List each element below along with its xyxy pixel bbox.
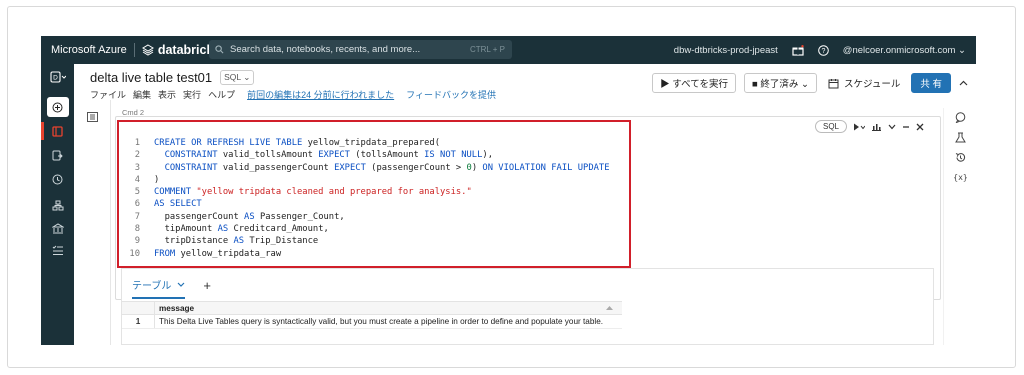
notebook-title[interactable]: delta live table test01	[90, 70, 212, 85]
menu-bar: ファイル 編集 表示 実行 ヘルプ 前回の編集は24 分前に行われました フィー…	[90, 88, 496, 101]
cell-language-pill[interactable]: SQL	[814, 120, 847, 133]
new-button[interactable]	[41, 96, 74, 118]
comments-icon[interactable]	[955, 112, 966, 123]
column-header-message[interactable]: message	[154, 302, 622, 314]
table-header: message	[122, 301, 622, 315]
minimize-cell-icon[interactable]	[902, 124, 910, 130]
results-table: message 1 This Delta Live Tables query i…	[122, 301, 622, 329]
sidebar-item-data[interactable]	[41, 194, 74, 216]
search-shortcut: CTRL + P	[469, 45, 505, 54]
tab-table-label: テーブル	[132, 281, 172, 292]
gift-icon[interactable]	[792, 44, 804, 56]
notebook-actions: ▶ すべてを実行 ■ 終了済み ⌄ スケジュール 共 有	[652, 73, 968, 93]
top-right: dbw-dtbricks-prod-jpeast ? @nelcoer.onmi…	[674, 36, 966, 64]
databricks-app: Microsoft Azure databricks Search data, …	[41, 36, 976, 345]
left-sidebar: D	[41, 64, 74, 345]
results-panel: テーブル + message 1 This Delta Live Tables	[121, 268, 934, 345]
variables-icon[interactable]: {x}	[954, 172, 967, 182]
row-index: 1	[135, 317, 141, 326]
account-menu[interactable]: @nelcoer.onmicrosoft.com ⌄	[843, 45, 966, 56]
notebook-title-row: delta live table test01 SQL ⌄	[90, 70, 255, 85]
schedule-label: スケジュール	[844, 79, 901, 90]
column-header-label: message	[159, 303, 195, 313]
feedback-link[interactable]: フィードバックを提供	[406, 88, 496, 101]
sidebar-item-recents[interactable]	[41, 168, 74, 190]
table-of-contents-icon[interactable]	[87, 112, 98, 122]
repos-icon	[52, 150, 63, 160]
results-tab-row: テーブル +	[132, 277, 211, 299]
cluster-button[interactable]: ■ 終了済み ⌄	[744, 73, 818, 93]
workflows-icon	[52, 245, 63, 255]
message-cell: This Delta Live Tables query is syntacti…	[154, 315, 622, 328]
language-selector[interactable]: SQL ⌄	[220, 70, 255, 85]
schedule-button[interactable]: スケジュール	[825, 73, 904, 93]
revision-history-icon[interactable]	[955, 152, 966, 163]
search-icon	[215, 45, 224, 54]
help-icon[interactable]: ?	[817, 44, 829, 56]
table-row[interactable]: 1 This Delta Live Tables query is syntac…	[122, 315, 622, 329]
chevron-down-icon	[177, 282, 185, 287]
workspace-name[interactable]: dbw-dtbricks-prod-jpeast	[674, 45, 778, 56]
workspace-switcher-icon[interactable]: D	[41, 66, 74, 88]
sidebar-item-compute[interactable]	[41, 217, 74, 239]
svg-text:?: ?	[821, 48, 825, 55]
run-all-button[interactable]: ▶ すべてを実行	[652, 73, 737, 93]
chart-icon[interactable]	[871, 122, 882, 131]
left-tool-column	[74, 100, 111, 345]
menu-run[interactable]: 実行	[183, 88, 201, 101]
sort-icon[interactable]	[605, 305, 614, 311]
compute-icon	[51, 222, 64, 233]
svg-text:{x}: {x}	[954, 173, 967, 182]
plus-circle-icon	[46, 97, 69, 117]
menu-view[interactable]: 表示	[158, 88, 176, 101]
workspace-icon	[52, 125, 63, 137]
data-icon	[52, 200, 63, 210]
menu-edit[interactable]: 編集	[133, 88, 151, 101]
add-tab-button[interactable]: +	[203, 278, 211, 298]
brand: Microsoft Azure databricks	[41, 43, 220, 57]
azure-label[interactable]: Microsoft Azure	[51, 44, 127, 56]
svg-text:D: D	[53, 75, 58, 82]
cell-toolbar: SQL	[814, 120, 924, 133]
sidebar-item-workflows[interactable]	[41, 239, 74, 261]
close-cell-icon[interactable]	[916, 123, 924, 131]
right-tool-column: {x}	[944, 100, 976, 345]
experiment-icon[interactable]	[954, 132, 966, 143]
notebook-header: delta live table test01 SQL ⌄ ファイル 編集 表示…	[74, 64, 976, 100]
search-bar[interactable]: Search data, notebooks, recents, and mor…	[209, 40, 512, 59]
run-cell-icon[interactable]	[853, 123, 865, 131]
last-edit-link[interactable]: 前回の編集は24 分前に行われました	[247, 88, 394, 101]
search-placeholder: Search data, notebooks, recents, and mor…	[230, 44, 421, 55]
top-bar: Microsoft Azure databricks Search data, …	[41, 36, 976, 64]
cell-menu-chevron-icon[interactable]	[888, 124, 896, 130]
databricks-logo-icon	[141, 44, 154, 56]
clock-icon	[52, 174, 63, 184]
share-button[interactable]: 共 有	[911, 73, 951, 93]
sidebar-item-repos[interactable]	[41, 144, 74, 166]
menu-help[interactable]: ヘルプ	[208, 88, 235, 101]
brand-divider	[133, 43, 135, 57]
calendar-icon	[828, 78, 839, 89]
highlight-box	[117, 120, 631, 268]
tab-table[interactable]: テーブル	[132, 277, 186, 299]
collapse-header-icon[interactable]	[959, 80, 968, 86]
sidebar-item-workspace[interactable]	[41, 120, 74, 142]
